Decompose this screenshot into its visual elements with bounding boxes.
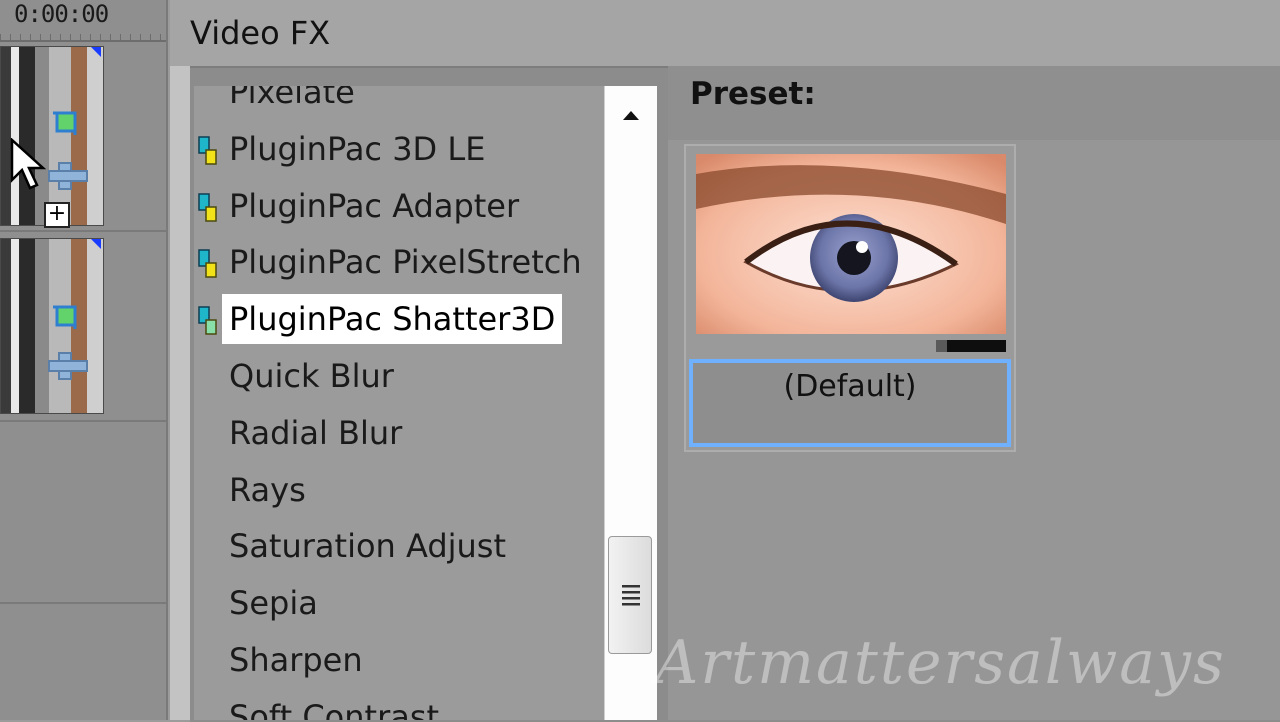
effect-item[interactable]: PluginPac PixelStretch [194, 235, 604, 291]
timecode-readout: 0:00:00 [14, 0, 109, 28]
preset-name-box[interactable]: (Default) [689, 359, 1011, 447]
thumbnail-progress-fill [936, 340, 947, 352]
effect-item[interactable]: Sharpen [194, 633, 604, 689]
clip-marker [91, 239, 101, 249]
eye-thumbnail-image[interactable] [696, 154, 1006, 334]
time-ruler[interactable] [0, 34, 166, 42]
preset-label: Preset: [690, 76, 816, 112]
preset-name: (Default) [783, 369, 917, 404]
panel-title: Video FX [190, 14, 331, 52]
effect-item-label: Saturation Adjust [229, 527, 507, 566]
effect-item-label: Pixelate [229, 86, 355, 111]
effects-list-scrollbar[interactable] [604, 86, 657, 720]
effect-item-label: Quick Blur [229, 357, 394, 395]
effect-item-label: Rays [229, 470, 306, 509]
effect-item[interactable]: Soft Contrast [194, 690, 604, 720]
effect-item[interactable]: Radial Blur [194, 406, 604, 462]
effects-list[interactable]: Pixelate PluginPac 3D LE PluginPac Adapter… [194, 86, 604, 720]
crop-icon[interactable] [49, 299, 83, 333]
effect-item[interactable]: PluginPac 3D LE [194, 122, 604, 178]
effect-item-label: Radial Blur [229, 413, 403, 452]
effect-item-label: Sharpen [229, 641, 363, 679]
mouse-pointer-icon [10, 138, 47, 190]
video-fx-titlebar: Video FX [170, 0, 1280, 66]
video-clip-2[interactable] [0, 238, 104, 414]
preset-header: Preset: [668, 66, 1280, 140]
plugin-icon [198, 306, 217, 335]
timeline-strip: 0:00:00 + [0, 0, 168, 720]
effect-item-label: PluginPac 3D LE [229, 129, 486, 168]
effect-item[interactable]: Rays [194, 463, 604, 519]
scroll-up-arrow-icon[interactable] [619, 106, 643, 124]
effect-item-label: PluginPac Adapter [229, 186, 520, 225]
scroll-thumb[interactable] [608, 536, 652, 654]
video-clip-1[interactable] [0, 46, 104, 226]
effect-item-label: PluginPac PixelStretch [229, 243, 582, 282]
plugin-icon [198, 136, 217, 165]
effect-item-label: Sepia [229, 584, 318, 623]
plugin-icon [198, 192, 217, 222]
grip-icon [622, 585, 640, 606]
thumbnail-progress-bar [936, 340, 1006, 352]
effect-item[interactable]: PluginPac Shatter3D [194, 292, 604, 348]
track-divider [0, 230, 166, 232]
preset-card-default[interactable]: (Default) [684, 144, 1016, 452]
clip-marker [91, 47, 101, 57]
plugin-icon [198, 249, 217, 279]
drag-add-badge: + [44, 202, 70, 228]
effect-item[interactable]: Sepia [194, 576, 604, 632]
track-divider [0, 602, 166, 604]
effect-item-label: Soft Contrast [229, 697, 440, 720]
crop-icon[interactable] [49, 105, 83, 139]
effect-item[interactable]: Pixelate [194, 86, 604, 121]
effect-item[interactable]: PluginPac Adapter [194, 179, 604, 235]
plugin-chain-icon[interactable] [45, 349, 91, 383]
track-divider [0, 420, 166, 422]
effect-item[interactable]: Saturation Adjust [194, 519, 604, 575]
watermark-text: Artmattersalways [655, 628, 1226, 698]
effect-item[interactable]: Quick Blur [194, 349, 604, 405]
effect-item-label: PluginPac Shatter3D [222, 294, 563, 345]
plugin-chain-icon[interactable] [45, 159, 91, 193]
